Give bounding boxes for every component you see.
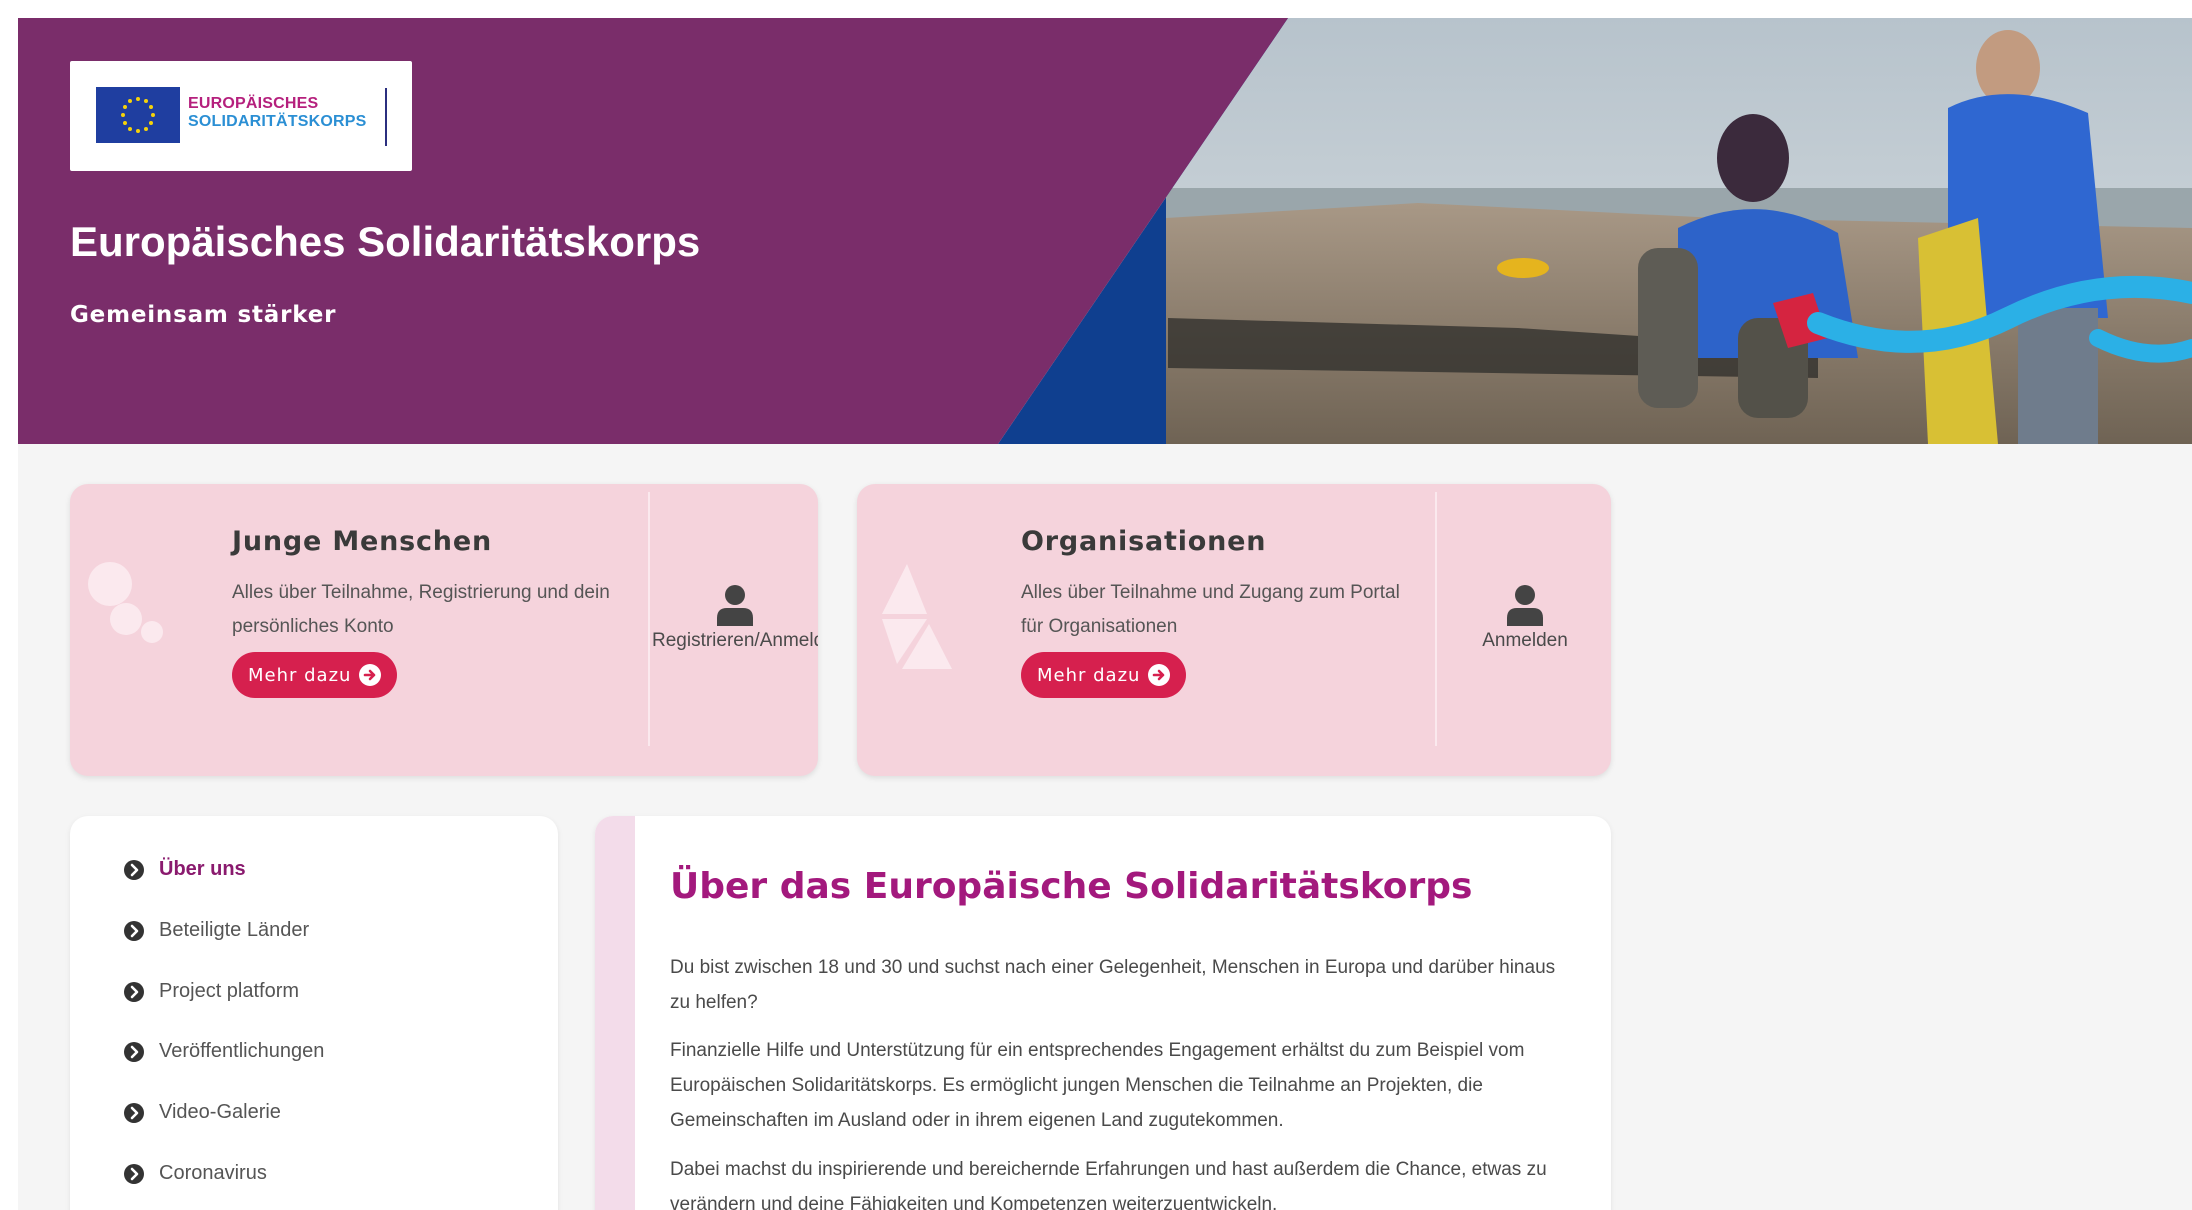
arrow-right-circle-icon [1148, 664, 1171, 686]
sidebar-item-countries[interactable]: Beteiligte Länder [123, 919, 309, 942]
hero-subtitle: Gemeinsam stärker [70, 302, 337, 328]
page: EUROPÄISCHES SOLIDARITÄTSKORPS Europäisc… [18, 18, 2192, 1210]
hero-banner: EUROPÄISCHES SOLIDARITÄTSKORPS Europäisc… [18, 18, 2192, 444]
register-login-link[interactable]: Registrieren/Anmelden [652, 584, 818, 652]
card-young-people: Junge Menschen Alles über Teilnahme, Reg… [70, 484, 818, 776]
content-paragraph: Finanzielle Hilfe und Unterstützung für … [670, 1040, 1525, 1131]
main-content: Über das Europäische Solidaritätskorps D… [595, 816, 1611, 1210]
button-label: Mehr dazu [248, 664, 352, 686]
logo-line-1: EUROPÄISCHES [188, 95, 319, 112]
logo-text: EUROPÄISCHES SOLIDARITÄTSKORPS [188, 95, 367, 131]
arrow-right-circle-icon [359, 664, 382, 686]
card-title: Organisationen [1021, 526, 1267, 557]
sidebar-nav: Über uns Beteiligte Länder Project platf… [70, 816, 558, 1210]
content-paragraph: Dabei machst du inspirierende und bereic… [670, 1159, 1547, 1210]
triangles-decoration-icon [882, 564, 952, 669]
card-description: Alles über Teilnahme und Zugang zum Port… [1021, 582, 1400, 637]
content-paragraph: Du bist zwischen 18 und 30 und suchst na… [670, 957, 1556, 1013]
user-icon [1507, 585, 1543, 626]
eu-logo[interactable]: EUROPÄISCHES SOLIDARITÄTSKORPS [70, 61, 412, 171]
account-label: Registrieren/Anmelden [652, 630, 818, 651]
chevron-circle-right-icon [124, 981, 144, 1002]
logo-line-2: SOLIDARITÄTSKORPS [188, 113, 367, 130]
login-link[interactable]: Anmelden [1439, 584, 1611, 652]
bubbles-decoration-icon [88, 562, 163, 643]
sidebar-item-publications[interactable]: Veröffentlichungen [123, 1040, 324, 1063]
chevron-circle-right-icon [124, 1041, 144, 1062]
card-divider [1435, 492, 1437, 746]
sidebar-item-label: Coronavirus [159, 1162, 267, 1184]
account-label: Anmelden [1482, 630, 1568, 651]
chevron-circle-right-icon [124, 920, 144, 941]
hero-title: Europäisches Solidaritätskorps [70, 218, 701, 265]
chevron-circle-right-icon [124, 1102, 144, 1123]
sidebar-item-label: Über uns [159, 858, 246, 880]
logo-separator [385, 88, 387, 146]
card-description: Alles über Teilnahme, Registrierung und … [232, 582, 610, 637]
sidebar-item-coronavirus[interactable]: Coronavirus [123, 1162, 267, 1185]
sidebar-item-project-platform[interactable]: Project platform [123, 980, 299, 1003]
more-button-young[interactable]: Mehr dazu [232, 652, 398, 698]
chevron-circle-right-icon [124, 859, 144, 880]
card-organisations: Organisationen Alles über Teilnahme und … [857, 484, 1611, 776]
user-icon [717, 585, 753, 626]
page-title: Über das Europäische Solidaritätskorps [670, 866, 1473, 907]
card-title: Junge Menschen [232, 526, 492, 557]
chevron-circle-right-icon [124, 1163, 144, 1184]
sidebar-item-label: Video-Galerie [159, 1101, 281, 1123]
eu-flag-icon [96, 87, 180, 143]
sidebar-item-about[interactable]: Über uns [123, 858, 246, 881]
more-button-organisations[interactable]: Mehr dazu [1021, 652, 1187, 698]
content-accent-bar [595, 816, 635, 1210]
sidebar-item-label: Project platform [159, 980, 300, 1002]
sidebar-item-video-gallery[interactable]: Video-Galerie [123, 1101, 281, 1124]
button-label: Mehr dazu [1037, 664, 1141, 686]
sidebar-item-label: Veröffentlichungen [159, 1040, 325, 1062]
sidebar-item-label: Beteiligte Länder [159, 919, 310, 941]
card-divider [648, 492, 650, 746]
